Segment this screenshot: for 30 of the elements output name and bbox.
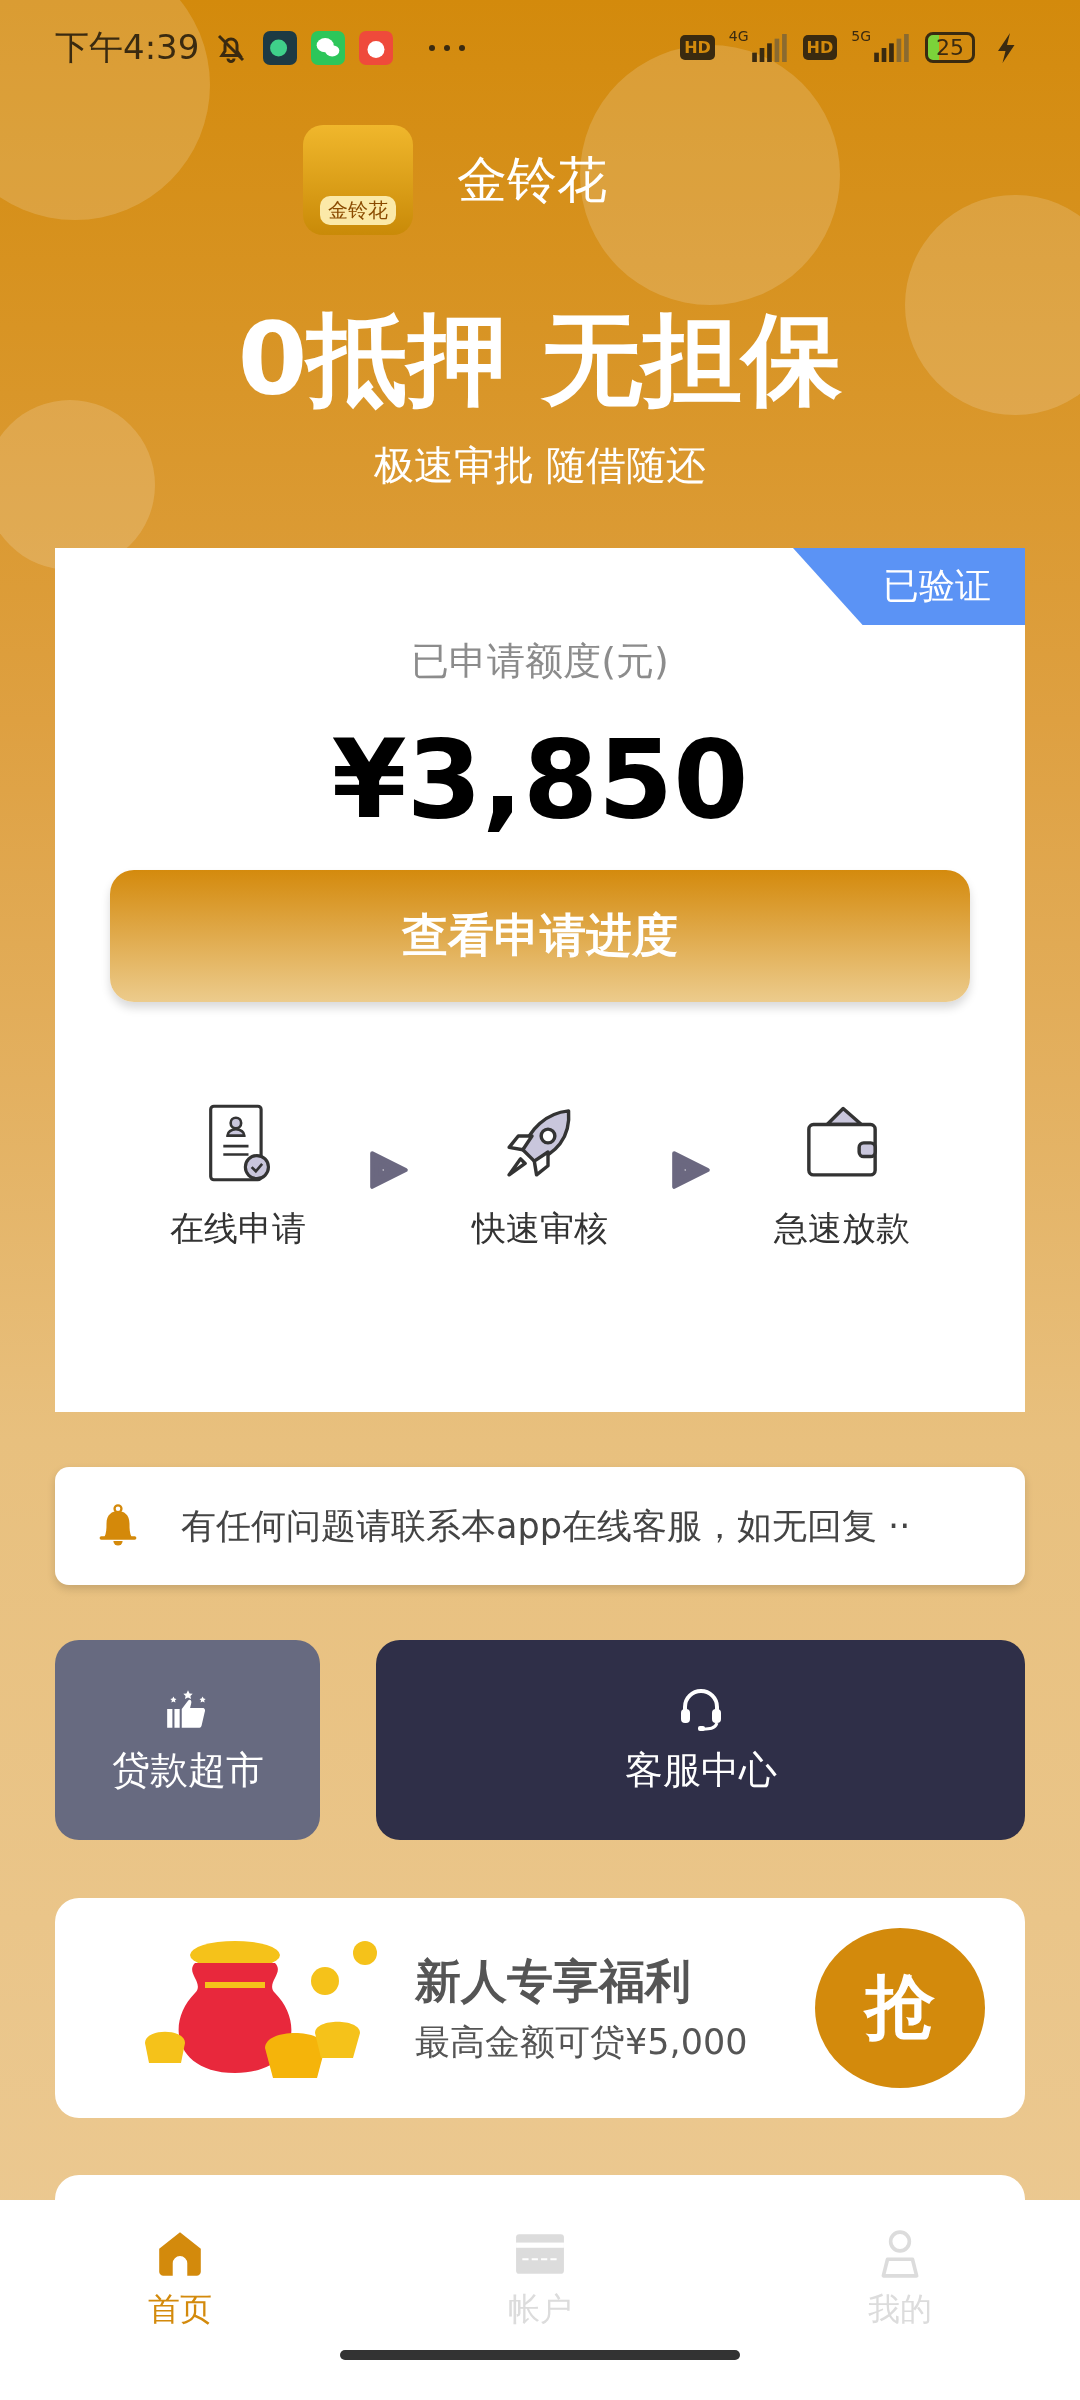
step-label: 急速放款	[774, 1207, 910, 1250]
verified-badge: 已验证	[793, 548, 1025, 625]
signal-icon	[871, 33, 911, 62]
status-time: 下午4:39	[55, 25, 200, 69]
network-type: 5G	[851, 28, 871, 44]
check-progress-button[interactable]: 查看申请进度	[110, 870, 970, 1002]
promo-card[interactable]: 新人专享福利 最高金额可贷¥5,000 抢	[55, 1898, 1025, 2118]
promo-subtitle: 最高金额可贷¥5,000	[415, 2020, 749, 2064]
hd-indicator: HD	[802, 35, 838, 60]
notice-text: 有任何问题请联系本app在线客服，如无回复 ··	[181, 1504, 911, 1548]
nav-tab[interactable]: 首页	[0, 2228, 360, 2332]
promo-title: 新人专享福利	[415, 1952, 692, 2010]
headline: 0抵押 无担保	[237, 300, 843, 420]
amount-label: 已申请额度(元)	[411, 638, 669, 685]
subheadline: 极速审批 随借随还	[373, 441, 707, 490]
step-label: 在线申请	[170, 1207, 306, 1250]
hd-indicator: HD	[680, 35, 715, 60]
more-dots-icon	[427, 42, 468, 53]
step-label: 快速审核	[472, 1207, 608, 1250]
app-name: 金铃花	[457, 149, 607, 211]
customer-service-button[interactable]: 客服中心	[376, 1640, 1025, 1840]
notice-bar[interactable]: 有任何问题请联系本app在线客服，如无回复 ··	[55, 1467, 1025, 1585]
loan-market-button[interactable]: 贷款超市	[55, 1640, 320, 1840]
network-type: 4G	[728, 28, 749, 44]
grab-button[interactable]: 抢	[815, 1928, 985, 2088]
app-notification-icon	[263, 30, 298, 65]
amount-value: ¥3,850	[331, 717, 749, 842]
app-notification-icon	[359, 30, 394, 65]
chat-app-icon	[311, 30, 346, 65]
app-logo: 金铃花	[303, 125, 413, 235]
